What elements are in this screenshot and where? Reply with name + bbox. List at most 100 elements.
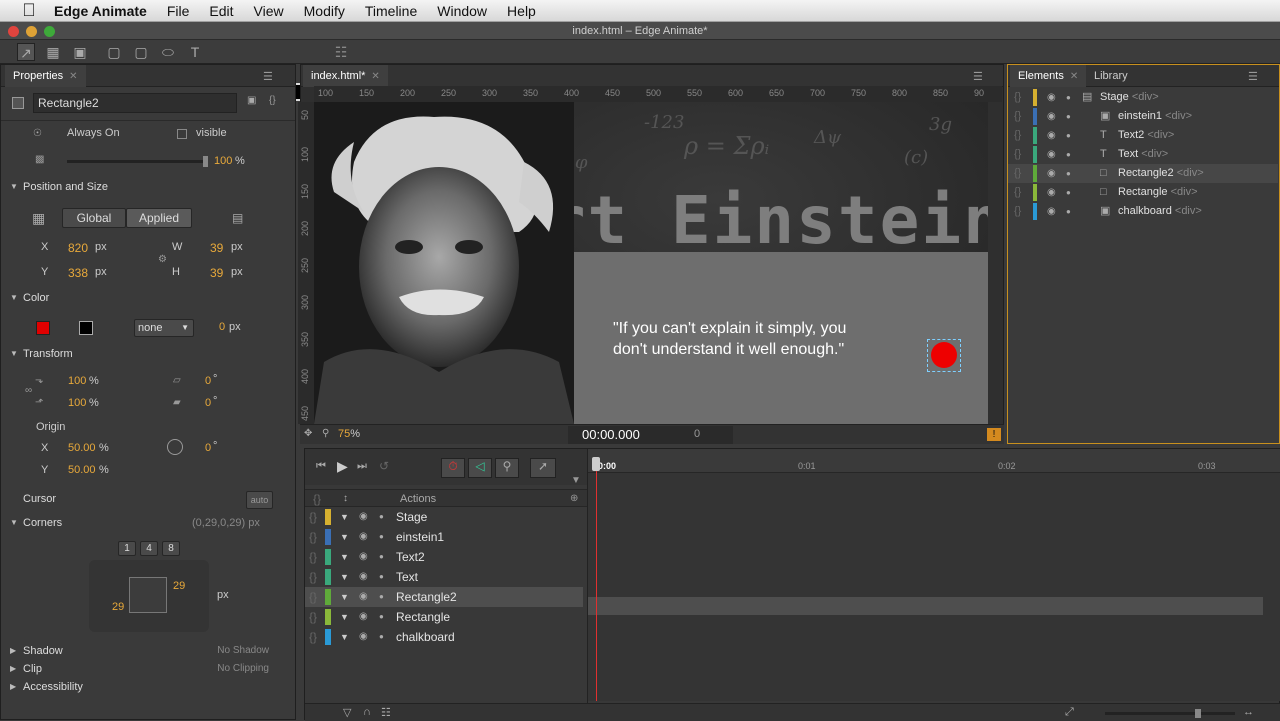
expand-triangle-icon[interactable]: ▼ [340,627,349,647]
timeline-zoom-slider[interactable] [1105,709,1235,718]
lock-dot-icon[interactable]: ● [1066,164,1071,183]
zoom-window-button[interactable] [44,26,55,37]
visibility-eye-icon[interactable]: ◉ [359,507,368,527]
minimize-window-button[interactable] [26,26,37,37]
lock-dot-icon[interactable]: ● [379,507,384,527]
visibility-eye-icon[interactable]: ◉ [1047,145,1056,164]
visibility-eye-icon[interactable]: ◉ [359,527,368,547]
lock-dot-icon[interactable]: ● [1066,145,1071,164]
menu-help[interactable]: Help [507,3,536,19]
lock-dot-icon[interactable]: ● [1066,183,1071,202]
playhead[interactable] [596,461,597,701]
zoom-icon[interactable]: ⚲ [322,428,329,439]
class-brackets-icon[interactable]: {} [309,567,317,587]
scale-x-value[interactable]: 100 [68,375,86,387]
expand-triangle-icon[interactable]: ▼ [340,607,349,627]
selected-track[interactable] [588,597,1263,615]
class-brackets-icon[interactable]: {} [1014,88,1021,107]
actions-row[interactable]: {} ↕ Actions ⊕ [305,489,588,507]
pin-icon[interactable]: ⚲ [495,458,519,478]
filter-icon[interactable]: ▽ [343,706,351,719]
opacity-value[interactable]: 100 [214,155,232,167]
auto-transition-icon[interactable]: ◁ [468,458,492,478]
expand-triangle-icon[interactable]: ▼ [340,547,349,567]
visibility-eye-icon[interactable]: ◉ [359,627,368,647]
element-options-icon[interactable]: ▣ [247,95,256,106]
rotation-dial-icon[interactable] [167,439,183,455]
time-ruler[interactable]: 0:00 0:01 0:02 0:03 [588,449,1280,473]
opacity-slider[interactable] [67,156,208,167]
zoom-value[interactable]: 75% [338,428,360,440]
selection-tool-icon[interactable]: ↗ [17,43,35,61]
transform-origin-grid-icon[interactable]: ▦ [32,210,45,227]
collapse-all-icon[interactable]: ↕ [343,490,348,508]
expand-triangle-icon[interactable]: ▼ [340,587,349,607]
einstein-image[interactable] [314,102,574,424]
section-position-size[interactable]: ▼ Position and Size [1,177,293,197]
class-brackets-icon[interactable]: {} [309,527,317,547]
visibility-eye-icon[interactable]: ◉ [1047,107,1056,126]
zoom-fit-icon[interactable]: ⤢ [1065,706,1074,719]
visibility-eye-icon[interactable]: ◉ [1047,88,1056,107]
lock-dot-icon[interactable]: ● [1066,202,1071,221]
add-action-icon[interactable]: ⊕ [570,490,578,508]
expand-triangle-icon[interactable]: ▼ [340,527,349,547]
element-row-rectangle[interactable]: {} ◉ ● □ Rectangle <div> [1008,183,1278,202]
tab-index-html[interactable]: index.html* ✕ [303,65,388,87]
menu-window[interactable]: Window [437,3,487,19]
border-style-select[interactable]: none ▼ [134,319,194,337]
timeline-row-einstein1[interactable]: {} ▼ ◉ ● einstein1 [305,527,583,547]
visibility-eye-icon[interactable]: ◉ [1047,164,1056,183]
clipping-tool-icon[interactable]: ▣ [71,43,89,61]
lock-dot-icon[interactable]: ● [379,547,384,567]
class-brackets-icon[interactable]: {} [309,507,317,527]
skew-y-value[interactable]: 0 [205,397,211,409]
rotation-value[interactable]: 0 [205,442,211,454]
corner-mode-4[interactable]: 4 [140,541,158,556]
visibility-eye-icon[interactable]: ◉ [1047,202,1056,221]
class-brackets-icon[interactable]: {} [309,627,317,647]
snap-icon[interactable]: ∩ [363,706,371,718]
skew-x-value[interactable]: 0 [205,375,211,387]
h-value[interactable]: 39 [210,266,223,280]
rounded-rectangle-tool-icon[interactable]: ▢ [132,43,150,61]
menu-modify[interactable]: Modify [304,3,345,19]
lock-dot-icon[interactable]: ● [379,567,384,587]
cursor-select[interactable]: auto [246,491,273,509]
menu-edit[interactable]: Edit [209,3,233,19]
element-name-field[interactable]: Rectangle2 [33,93,237,113]
time-display[interactable]: 00:00.000 0 [568,426,733,444]
applied-button[interactable]: Applied [126,208,192,228]
class-brackets-icon[interactable]: {} [1014,202,1021,221]
timeline-row-text2[interactable]: {} ▼ ◉ ● Text2 [305,547,583,567]
w-value[interactable]: 39 [210,241,223,255]
border-width-value[interactable]: 0 [219,321,225,333]
lock-dot-icon[interactable]: ● [1066,88,1071,107]
lock-dot-icon[interactable]: ● [379,587,384,607]
visibility-eye-icon[interactable]: ◉ [359,587,368,607]
background-color-swatch[interactable] [36,321,50,335]
ellipse-tool-icon[interactable]: ⬭ [159,43,177,61]
text-tool-icon[interactable]: T [186,43,204,61]
timeline-row-rectangle[interactable]: {} ▼ ◉ ● Rectangle [305,607,583,627]
playhead-handle[interactable] [592,457,600,471]
section-accessibility[interactable]: ▶ Accessibility [1,677,293,697]
expand-triangle-icon[interactable]: ▼ [340,507,349,527]
section-shadow[interactable]: ▶ Shadow No Shadow [1,641,293,661]
stage-menu-icon[interactable]: ☰ [973,70,983,83]
corner-editor[interactable]: 29 29 [89,560,209,632]
visibility-eye-icon[interactable]: ◉ [1047,126,1056,145]
corner-radius-bottom-left[interactable]: 29 [112,601,124,613]
menu-file[interactable]: File [167,3,190,19]
layout-preset-icon[interactable]: ▤ [232,211,243,225]
timeline-options-icon[interactable]: ▼ [571,475,581,486]
panel-menu-icon[interactable]: ☰ [263,70,273,83]
lock-dot-icon[interactable]: ● [1066,107,1071,126]
visibility-eye-icon[interactable]: ◉ [359,567,368,587]
link-scale-icon[interactable]: ∞ [25,385,32,396]
x-value[interactable]: 820 [68,241,88,255]
tab-elements[interactable]: Elements ✕ [1010,65,1087,87]
stage-title-text[interactable]: ert Einstein [504,182,988,259]
menu-timeline[interactable]: Timeline [365,3,417,19]
corner-mode-8[interactable]: 8 [162,541,180,556]
